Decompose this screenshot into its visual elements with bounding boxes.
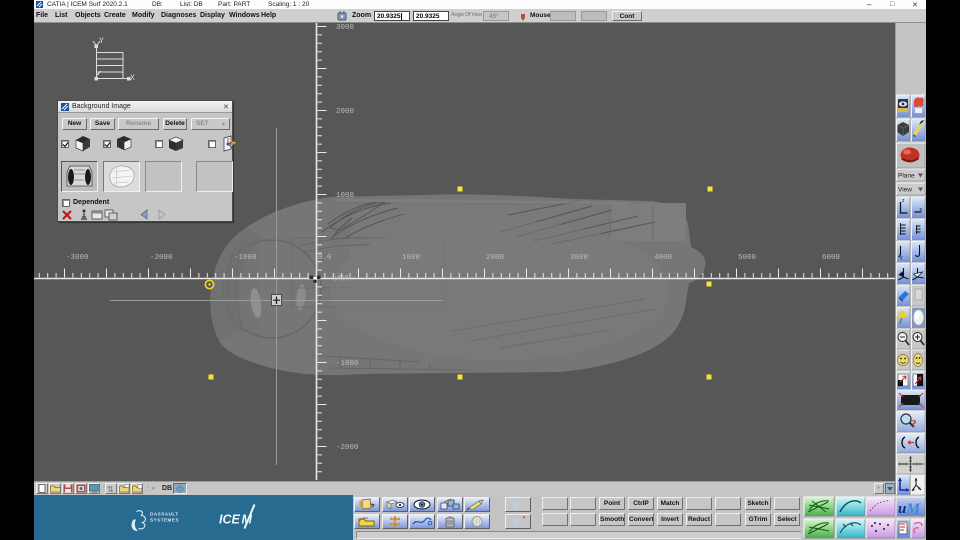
svg-text:⇅: ⇅ (107, 485, 114, 493)
svg-text:❄: ❄ (512, 500, 521, 511)
svg-text:0.0: 0.0 (318, 254, 332, 262)
svg-text:4000: 4000 (654, 254, 673, 262)
svg-text:1000: 1000 (402, 254, 421, 262)
svg-text:-2000: -2000 (150, 254, 173, 262)
svg-text:Y: Y (99, 37, 104, 46)
svg-text:DASSAULT: DASSAULT (150, 512, 179, 517)
svg-text:2000: 2000 (336, 108, 355, 116)
svg-text:5000: 5000 (738, 254, 757, 262)
svg-text:1000: 1000 (336, 192, 355, 200)
svg-text:X: X (130, 74, 135, 83)
svg-text:6000: 6000 (822, 254, 841, 262)
svg-text:ICE: ICE (219, 513, 241, 527)
svg-text:-3000: -3000 (66, 254, 89, 262)
svg-text:-1000: -1000 (234, 254, 257, 262)
svg-text:|Ø|Ø|: |Ø|Ø| (334, 275, 352, 282)
svg-text:3000: 3000 (336, 24, 355, 32)
svg-text:-1000: -1000 (336, 360, 359, 368)
svg-text:3000: 3000 (570, 254, 589, 262)
svg-text:-2000: -2000 (336, 444, 359, 452)
svg-text:2000: 2000 (486, 254, 505, 262)
svg-text:View: View (898, 187, 912, 194)
svg-text:Plane: Plane (898, 173, 915, 180)
svg-text:M: M (905, 501, 921, 518)
svg-text:❄: ❄ (512, 517, 521, 528)
svg-text:SYSTEMES: SYSTEMES (150, 518, 179, 523)
svg-text:?: ? (911, 418, 917, 430)
